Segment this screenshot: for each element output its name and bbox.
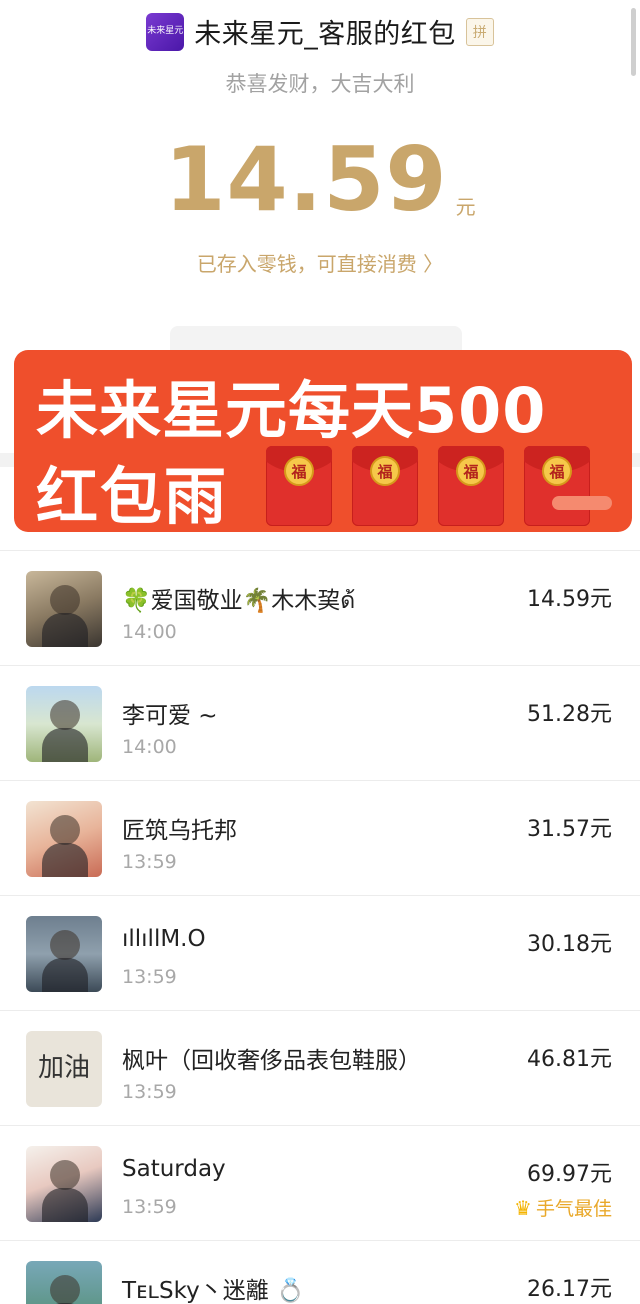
received-money: 26.17元 bbox=[527, 1277, 612, 1302]
list-item[interactable]: 加油 枫叶（回收奢侈品表包鞋服） 13:59 46.81元 bbox=[0, 1010, 640, 1125]
receive-time: 13:59 bbox=[122, 966, 177, 988]
receive-time: 13:59 bbox=[122, 1196, 177, 1218]
list-item[interactable]: 匠筑乌托邦 13:59 31.57元 bbox=[0, 780, 640, 895]
recipient-name: 匠筑乌托邦 bbox=[122, 818, 237, 844]
currency-unit: 元 bbox=[455, 195, 476, 219]
avatar[interactable] bbox=[26, 686, 102, 762]
fu-symbol: 福 bbox=[456, 456, 486, 486]
avatar[interactable] bbox=[26, 801, 102, 877]
avatar[interactable] bbox=[26, 571, 102, 647]
list-item[interactable]: TᴇʟSky丶迷離 💍 26.17元 bbox=[0, 1240, 640, 1304]
recipient-name: 枫叶（回收奢侈品表包鞋服） bbox=[122, 1048, 421, 1074]
saved-to-wallet-link[interactable]: 已存入零钱，可直接消费 〉 bbox=[0, 248, 640, 277]
blessing-text: 恭喜发财，大吉大利 bbox=[225, 72, 415, 96]
red-packet-header: 未来星元 未来星元_客服的红包 拼 恭喜发财，大吉大利 14.59 元 已存入零… bbox=[0, 0, 640, 330]
recipient-name: 李可爱 ~ bbox=[122, 703, 218, 729]
avatar[interactable] bbox=[26, 1146, 102, 1222]
avatar[interactable] bbox=[26, 916, 102, 992]
promo-banner[interactable]: 未来星元每天500 红包雨 福 福 福 福 bbox=[14, 350, 632, 533]
amount-row: 14.59 元 bbox=[0, 136, 640, 224]
banner-decoration bbox=[552, 496, 612, 510]
recipient-name: TᴇʟSky丶迷離 💍 bbox=[122, 1278, 305, 1304]
list-item[interactable]: ıllıllM.O 13:59 30.18元 bbox=[0, 895, 640, 1010]
receive-time: 14:00 bbox=[122, 621, 177, 643]
list-item[interactable]: 李可爱 ~ 14:00 51.28元 bbox=[0, 665, 640, 780]
avatar-text: 加油 bbox=[37, 1053, 90, 1084]
avatar[interactable] bbox=[26, 1261, 102, 1304]
recipient-name: Saturday bbox=[122, 1156, 226, 1182]
list-item[interactable]: 🍀爱国敬业🌴木木巭ด้ 14:00 14.59元 bbox=[0, 550, 640, 665]
receive-time: 13:59 bbox=[122, 1081, 177, 1103]
red-envelope-icon: 福 bbox=[438, 446, 504, 526]
red-envelope-icon: 福 bbox=[524, 446, 590, 526]
avatar[interactable]: 加油 bbox=[26, 1031, 102, 1107]
received-money: 46.81元 bbox=[527, 1047, 612, 1072]
received-money: 14.59元 bbox=[527, 587, 612, 612]
logo-text: 未来星元 bbox=[147, 25, 184, 36]
received-money: 30.18元 bbox=[527, 932, 612, 957]
list-item[interactable]: Saturday 13:59 69.97元 ♛ 手气最佳 bbox=[0, 1125, 640, 1240]
crown-icon: ♛ bbox=[514, 1195, 532, 1220]
red-envelope-icon: 福 bbox=[352, 446, 418, 526]
received-money: 51.28元 bbox=[527, 702, 612, 727]
pin-badge[interactable]: 拼 bbox=[465, 17, 494, 46]
packet-title: 未来星元_客服的红包 bbox=[194, 19, 456, 50]
recipient-name: 🍀爱国敬业🌴木木巭ด้ bbox=[122, 588, 356, 614]
fu-symbol: 福 bbox=[542, 456, 572, 486]
fu-symbol: 福 bbox=[370, 456, 400, 486]
banner-headline: 未来星元每天500 bbox=[36, 374, 547, 447]
fu-symbol: 福 bbox=[284, 456, 314, 486]
sender-logo: 未来星元 bbox=[146, 12, 185, 51]
received-amount: 14.59 bbox=[164, 128, 448, 231]
envelope-row: 福 福 福 福 bbox=[266, 446, 590, 526]
best-luck-badge: ♛ 手气最佳 bbox=[514, 1194, 612, 1221]
recipient-list: 🍀爱国敬业🌴木木巭ด้ 14:00 14.59元 李可爱 ~ 14:00 51.… bbox=[0, 550, 640, 1304]
received-money: 69.97元 bbox=[527, 1162, 612, 1187]
receive-time: 14:00 bbox=[122, 736, 177, 758]
title-row: 未来星元 未来星元_客服的红包 拼 bbox=[0, 12, 640, 51]
received-money: 31.57元 bbox=[527, 817, 612, 842]
banner-subline: 红包雨 bbox=[36, 460, 229, 533]
best-luck-label: 手气最佳 bbox=[535, 1198, 612, 1220]
recipient-name: ıllıllM.O bbox=[122, 926, 206, 952]
receive-time: 13:59 bbox=[122, 851, 177, 873]
red-envelope-icon: 福 bbox=[266, 446, 332, 526]
